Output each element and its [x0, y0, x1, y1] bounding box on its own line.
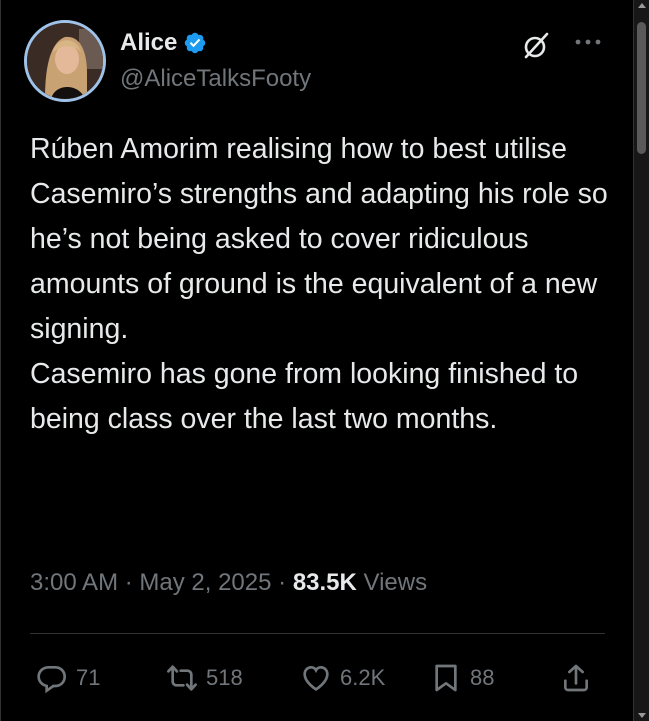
- repost-button[interactable]: 518: [166, 656, 243, 700]
- profile-photo-icon: [27, 23, 103, 99]
- verified-badge-icon: [185, 32, 206, 54]
- grok-icon[interactable]: [520, 30, 552, 62]
- author-name[interactable]: Alice: [120, 28, 177, 58]
- scroll-up-arrow-icon[interactable]: [638, 3, 646, 8]
- bookmark-icon: [435, 664, 457, 692]
- separator: ·: [118, 569, 140, 596]
- action-bar: 71 518 6.2K 88: [0, 656, 634, 700]
- bookmark-button[interactable]: 88: [430, 656, 494, 700]
- scroll-thumb[interactable]: [637, 22, 646, 154]
- views-count: 83.5K: [292, 569, 357, 596]
- share-button[interactable]: [560, 656, 592, 700]
- bookmark-count: 88: [470, 665, 495, 690]
- views-label: Views: [356, 569, 428, 596]
- repost-icon: [167, 665, 197, 691]
- timestamp-date[interactable]: May 2, 2025: [139, 569, 271, 596]
- scrollbar[interactable]: [634, 0, 649, 721]
- more-options-icon[interactable]: [572, 34, 604, 50]
- avatar[interactable]: [24, 20, 106, 102]
- scroll-down-arrow-icon[interactable]: [638, 713, 646, 718]
- repost-count: 518: [206, 665, 243, 690]
- separator: ·: [271, 569, 293, 596]
- share-icon: [564, 664, 588, 692]
- like-count: 6.2K: [340, 665, 386, 690]
- tweet-paragraph: Casemiro has gone from looking finished …: [30, 358, 579, 435]
- tweet-text: Rúben Amorim realising how to best utili…: [30, 127, 620, 442]
- reply-button[interactable]: 71: [36, 656, 100, 700]
- tweet-paragraph: Rúben Amorim realising how to best utili…: [30, 133, 608, 345]
- heart-icon: [303, 665, 329, 691]
- divider: [30, 633, 605, 634]
- like-button[interactable]: 6.2K: [300, 656, 385, 700]
- tweet-meta: 3:00 AM · May 2, 2025 · 83.5K Views: [30, 566, 427, 600]
- author-handle[interactable]: @AliceTalksFooty: [120, 64, 311, 94]
- reply-count: 71: [76, 665, 101, 690]
- author-name-row[interactable]: Alice: [120, 28, 207, 58]
- reply-icon: [37, 666, 67, 694]
- timestamp-time[interactable]: 3:00 AM: [30, 569, 118, 596]
